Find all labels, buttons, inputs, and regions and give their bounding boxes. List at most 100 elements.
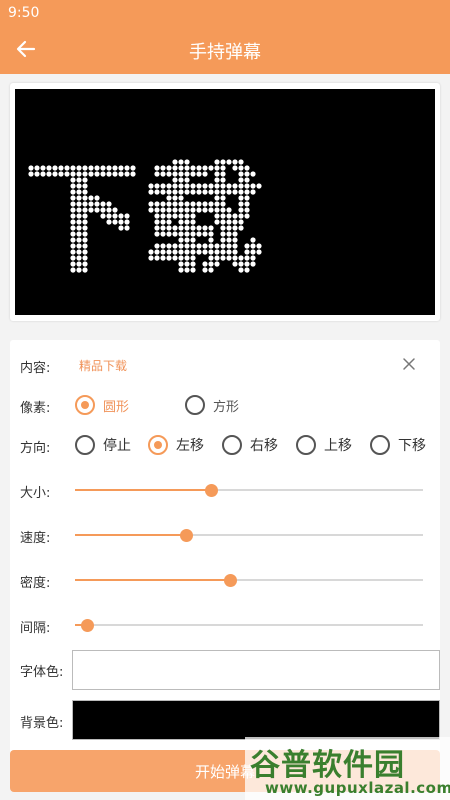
- led-dot: [166, 231, 172, 237]
- direction-option-left[interactable]: 左移: [148, 434, 204, 456]
- led-dot: [238, 207, 244, 213]
- led-dot: [52, 171, 58, 177]
- led-dot: [148, 255, 154, 261]
- content-label: 内容:: [20, 361, 51, 376]
- led-dot: [52, 165, 58, 171]
- led-dot: [76, 225, 82, 231]
- led-dot: [76, 231, 82, 237]
- led-dot: [46, 165, 52, 171]
- led-dot: [244, 255, 250, 261]
- led-dot: [76, 219, 82, 225]
- font-color-swatch[interactable]: [72, 650, 440, 690]
- led-dot: [160, 201, 166, 207]
- pixel-option-square[interactable]: 方形: [185, 394, 239, 416]
- led-dot: [238, 219, 244, 225]
- led-dot: [70, 165, 76, 171]
- slider-thumb[interactable]: [180, 529, 194, 542]
- pixel-option-circle[interactable]: 圆形: [75, 394, 129, 416]
- led-dot: [238, 177, 244, 183]
- slider-thumb[interactable]: [81, 619, 95, 632]
- led-dot: [244, 189, 250, 195]
- led-dot: [208, 267, 214, 273]
- led-dot: [100, 165, 106, 171]
- led-dot: [178, 243, 184, 249]
- led-dot: [190, 219, 196, 225]
- led-dot: [160, 255, 166, 261]
- radio-unselected-icon: [296, 435, 316, 455]
- led-dot: [88, 195, 94, 201]
- bg-color-swatch[interactable]: [72, 700, 440, 740]
- radio-selected-icon: [148, 435, 168, 455]
- led-dot: [178, 213, 184, 219]
- led-dot: [238, 213, 244, 219]
- led-dot: [196, 171, 202, 177]
- bg-color-label: 背景色:: [20, 716, 64, 731]
- led-dot: [226, 159, 232, 165]
- direction-option-up[interactable]: 上移: [296, 434, 352, 456]
- led-dot: [40, 165, 46, 171]
- led-dot: [82, 225, 88, 231]
- led-dot-text: [28, 159, 262, 273]
- led-dot: [220, 159, 226, 165]
- led-dot: [118, 213, 124, 219]
- led-dot: [166, 183, 172, 189]
- led-dot: [70, 183, 76, 189]
- direction-option-right[interactable]: 右移: [222, 434, 278, 456]
- led-dot: [124, 171, 130, 177]
- led-dot: [250, 249, 256, 255]
- led-dot: [256, 249, 262, 255]
- led-dot: [82, 201, 88, 207]
- led-dot: [214, 171, 220, 177]
- density-slider[interactable]: [75, 573, 423, 587]
- led-dot: [172, 207, 178, 213]
- led-dot: [220, 243, 226, 249]
- led-dot: [82, 177, 88, 183]
- led-dot: [172, 171, 178, 177]
- direction-option-stop[interactable]: 停止: [75, 434, 131, 456]
- slider-track: [75, 624, 423, 626]
- led-dot: [220, 165, 226, 171]
- led-dot: [88, 207, 94, 213]
- led-dot: [214, 207, 220, 213]
- led-dot: [94, 201, 100, 207]
- led-dot: [160, 231, 166, 237]
- led-dot: [82, 195, 88, 201]
- clear-icon[interactable]: [400, 355, 418, 373]
- led-dot: [214, 183, 220, 189]
- slider-fill: [75, 489, 211, 491]
- spacing-slider[interactable]: [75, 618, 423, 632]
- led-dot: [190, 225, 196, 231]
- led-dot: [232, 183, 238, 189]
- led-dot: [70, 195, 76, 201]
- led-dot: [172, 183, 178, 189]
- led-dot: [172, 231, 178, 237]
- led-dot: [196, 207, 202, 213]
- led-dot: [250, 189, 256, 195]
- direction-option-down[interactable]: 下移: [370, 434, 426, 456]
- led-dot: [154, 171, 160, 177]
- led-dot: [178, 171, 184, 177]
- speed-slider[interactable]: [75, 528, 423, 542]
- led-dot: [184, 267, 190, 273]
- led-dot: [154, 225, 160, 231]
- led-dot: [232, 219, 238, 225]
- slider-thumb[interactable]: [204, 484, 218, 497]
- led-dot: [172, 243, 178, 249]
- page-title: 手持弹幕: [189, 42, 261, 63]
- led-dot: [70, 249, 76, 255]
- led-dot: [238, 159, 244, 165]
- led-dot: [202, 165, 208, 171]
- led-dot: [208, 261, 214, 267]
- size-slider[interactable]: [75, 483, 423, 497]
- led-dot: [202, 249, 208, 255]
- content-input[interactable]: 精品下载: [79, 357, 127, 374]
- led-dot: [166, 201, 172, 207]
- slider-thumb[interactable]: [223, 574, 237, 587]
- led-dot: [232, 225, 238, 231]
- led-dot: [58, 171, 64, 177]
- led-dot: [196, 189, 202, 195]
- led-dot: [244, 267, 250, 273]
- led-dot: [202, 201, 208, 207]
- led-dot: [202, 267, 208, 273]
- led-dot: [76, 243, 82, 249]
